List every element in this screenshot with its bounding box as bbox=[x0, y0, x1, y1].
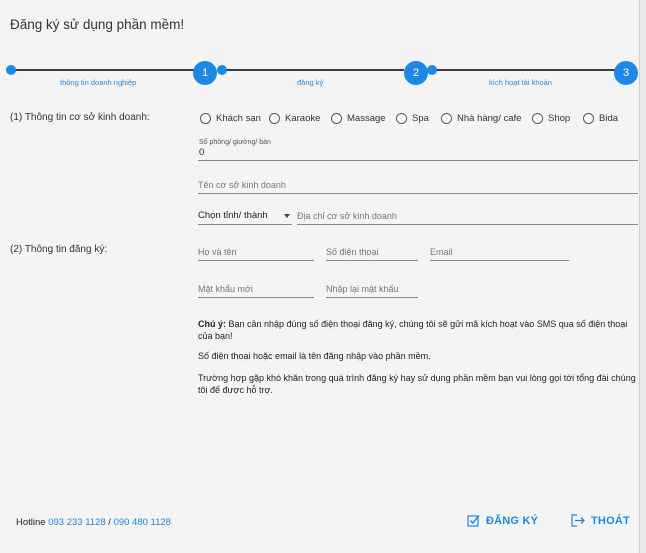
radio-label: Karaoke bbox=[285, 112, 321, 124]
phone-input[interactable]: Số điện thoại bbox=[326, 243, 418, 261]
business-address-placeholder: Địa chỉ cơ sở kinh doanh bbox=[297, 211, 397, 221]
confirm-password-placeholder: Nhập lại mật khẩu bbox=[326, 284, 399, 294]
note-prefix: Chú ý: bbox=[198, 319, 226, 329]
radio-shop[interactable]: Shop bbox=[532, 111, 570, 125]
radio-restaurant[interactable]: Nhà hàng/ cafe bbox=[441, 111, 521, 125]
step-dot bbox=[217, 65, 227, 75]
radio-label: Khách sạn bbox=[216, 112, 261, 124]
registration-section-label: (2) Thông tin đăng ký: bbox=[10, 244, 108, 255]
chevron-down-icon bbox=[284, 214, 290, 218]
step-1-label: thông tin doanh nghiệp bbox=[60, 78, 137, 87]
radio-label: Bida bbox=[599, 112, 619, 124]
radio-label: Nhà hàng/ cafe bbox=[457, 112, 522, 124]
confirm-password-input[interactable]: Nhập lại mật khẩu bbox=[326, 280, 418, 298]
password-input[interactable]: Mật khẩu mới bbox=[198, 280, 314, 298]
radio-circle-icon bbox=[583, 112, 594, 124]
sms-note: Chú ý: Bạn cần nhập đúng số điện thoại đ… bbox=[198, 318, 638, 342]
business-name-input[interactable]: Tên cơ sở kinh doanh bbox=[198, 176, 638, 194]
step-connector bbox=[432, 69, 615, 71]
step-connector bbox=[222, 69, 404, 71]
radio-circle-icon bbox=[441, 112, 452, 124]
radio-billiards[interactable]: Bida bbox=[583, 111, 618, 125]
business-address-input[interactable]: Địa chỉ cơ sở kinh doanh bbox=[297, 207, 638, 225]
radio-circle-icon bbox=[331, 112, 342, 124]
rooms-label: Số phòng/ giường/ bàn bbox=[199, 139, 271, 146]
hotline-number-2[interactable]: 090 480 1128 bbox=[114, 517, 171, 528]
radio-circle-icon bbox=[396, 112, 407, 124]
radio-label: Shop bbox=[548, 112, 571, 124]
radio-circle-icon bbox=[200, 112, 211, 124]
step-2-circle: 2 bbox=[404, 61, 428, 85]
register-button-label: ĐĂNG KÝ bbox=[486, 514, 539, 527]
exit-icon bbox=[571, 514, 585, 527]
step-3-label: kích hoạt tài khoản bbox=[489, 78, 552, 87]
fullname-placeholder: Họ và tên bbox=[198, 247, 237, 257]
province-select[interactable]: Chọn tỉnh/ thành bbox=[198, 207, 292, 225]
step-1-circle: 1 bbox=[193, 61, 217, 85]
step-2-label: đăng ký bbox=[297, 78, 324, 87]
hotline-number-1[interactable]: 093 233 1128 bbox=[48, 517, 105, 528]
window-edge bbox=[640, 0, 646, 553]
radio-hotel[interactable]: Khách sạn bbox=[200, 111, 261, 125]
business-name-placeholder: Tên cơ sở kinh doanh bbox=[198, 180, 286, 190]
step-3-circle: 3 bbox=[614, 61, 638, 85]
radio-circle-icon bbox=[269, 112, 280, 124]
rooms-input[interactable]: 0 bbox=[198, 146, 638, 161]
login-note: Số điện thoại hoặc email là tên đăng nhậ… bbox=[198, 351, 431, 361]
step-connector bbox=[12, 69, 194, 71]
step-dot bbox=[6, 65, 16, 75]
email-placeholder: Email bbox=[430, 247, 453, 257]
radio-karaoke[interactable]: Karaoke bbox=[269, 111, 320, 125]
exit-button[interactable]: THOÁT bbox=[571, 514, 630, 527]
hotline-separator: / bbox=[108, 517, 111, 528]
radio-label: Spa bbox=[412, 112, 429, 124]
checkbox-edit-icon bbox=[467, 515, 480, 527]
phone-placeholder: Số điện thoại bbox=[326, 247, 379, 257]
rooms-value: 0 bbox=[199, 147, 205, 158]
radio-circle-icon bbox=[532, 112, 543, 124]
business-section-label: (1) Thông tin cơ sở kinh doanh: bbox=[10, 112, 150, 123]
password-placeholder: Mật khẩu mới bbox=[198, 284, 253, 294]
exit-button-label: THOÁT bbox=[591, 514, 630, 527]
registration-window: Đăng ký sử dụng phần mềm! 1 2 3 thông ti… bbox=[0, 0, 640, 553]
hotline-label: Hotline bbox=[16, 517, 46, 528]
step-dot bbox=[427, 65, 437, 75]
province-selected-value: Chọn tỉnh/ thành bbox=[198, 210, 268, 221]
fullname-input[interactable]: Họ và tên bbox=[198, 243, 314, 261]
support-note: Trường hợp gặp khó khăn trong quá trình … bbox=[198, 373, 636, 395]
radio-massage[interactable]: Massage bbox=[331, 111, 386, 125]
note-text: Bạn cần nhập đúng số điện thoại đăng ký,… bbox=[198, 319, 628, 341]
hotline: Hotline 093 233 1128 / 090 480 1128 bbox=[16, 517, 171, 528]
window-title: Đăng ký sử dụng phần mềm! bbox=[10, 17, 185, 32]
radio-label: Massage bbox=[347, 112, 386, 124]
radio-spa[interactable]: Spa bbox=[396, 111, 429, 125]
email-input[interactable]: Email bbox=[430, 243, 569, 261]
register-button[interactable]: ĐĂNG KÝ bbox=[467, 514, 538, 527]
